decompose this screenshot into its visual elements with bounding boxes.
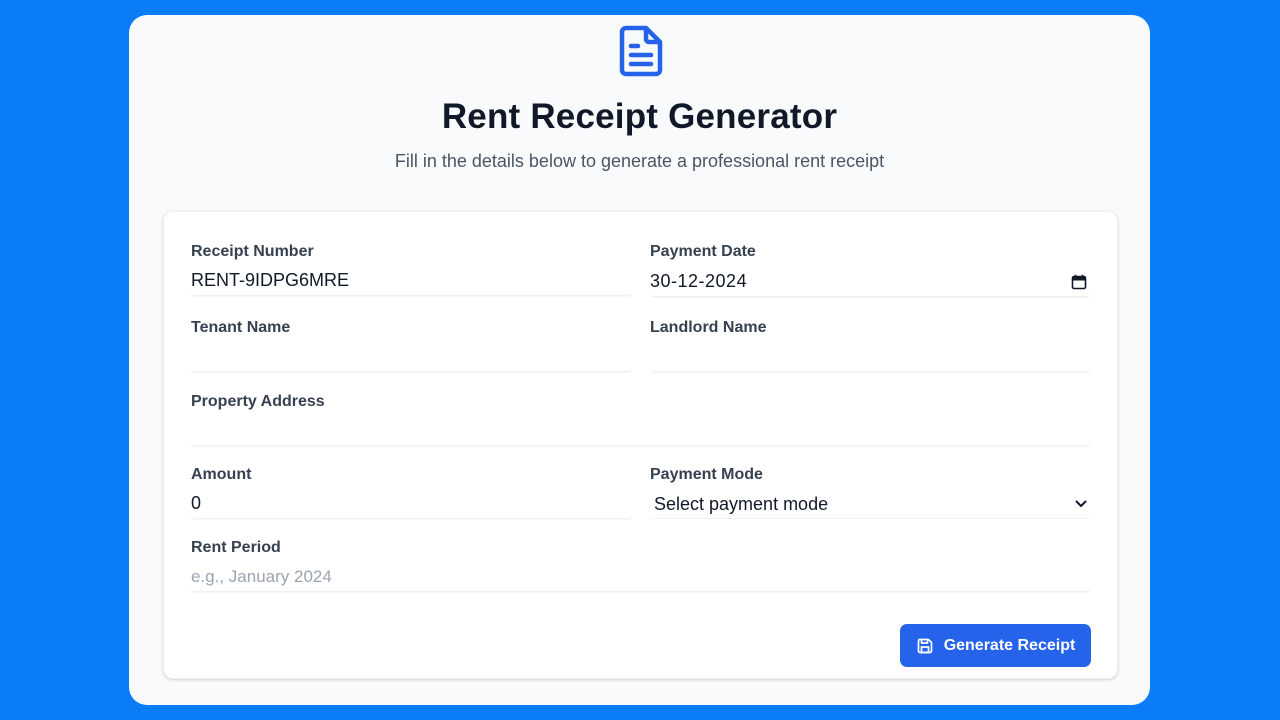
amount-label: Amount	[191, 466, 252, 483]
receipt-number-input[interactable]	[191, 266, 632, 296]
landlord-name-input[interactable]	[650, 342, 1091, 372]
rent-period-input[interactable]	[191, 562, 1091, 592]
save-icon	[917, 638, 933, 653]
page-subtitle: Fill in the details below to generate a …	[394, 151, 885, 171]
outer-card: Rent Receipt Generator Fill in the detai…	[129, 15, 1150, 705]
chevron-down-icon[interactable]	[1074, 497, 1088, 511]
payment-date-label: Payment Date	[650, 243, 756, 260]
tenant-name-input[interactable]	[191, 342, 632, 372]
receipt-form: Receipt Number Payment Date Tenant Name …	[163, 211, 1118, 679]
document-icon	[619, 25, 663, 77]
landlord-name-label: Landlord Name	[650, 319, 767, 336]
generate-receipt-button[interactable]: Generate Receipt	[900, 624, 1091, 667]
amount-input[interactable]	[191, 489, 632, 519]
payment-mode-selected: Select payment mode	[654, 494, 829, 514]
payment-mode-select[interactable]: Select payment mode	[650, 489, 1091, 519]
generate-receipt-label: Generate Receipt	[943, 636, 1076, 654]
tenant-name-label: Tenant Name	[191, 319, 291, 336]
page-title: Rent Receipt Generator	[441, 97, 838, 136]
receipt-number-label: Receipt Number	[191, 243, 314, 260]
payment-mode-label: Payment Mode	[650, 466, 763, 483]
rent-period-label: Rent Period	[191, 539, 281, 556]
payment-date-input[interactable]	[650, 267, 1091, 297]
calendar-icon[interactable]	[1071, 274, 1087, 290]
property-address-label: Property Address	[191, 393, 325, 410]
property-address-input[interactable]	[191, 416, 1091, 446]
